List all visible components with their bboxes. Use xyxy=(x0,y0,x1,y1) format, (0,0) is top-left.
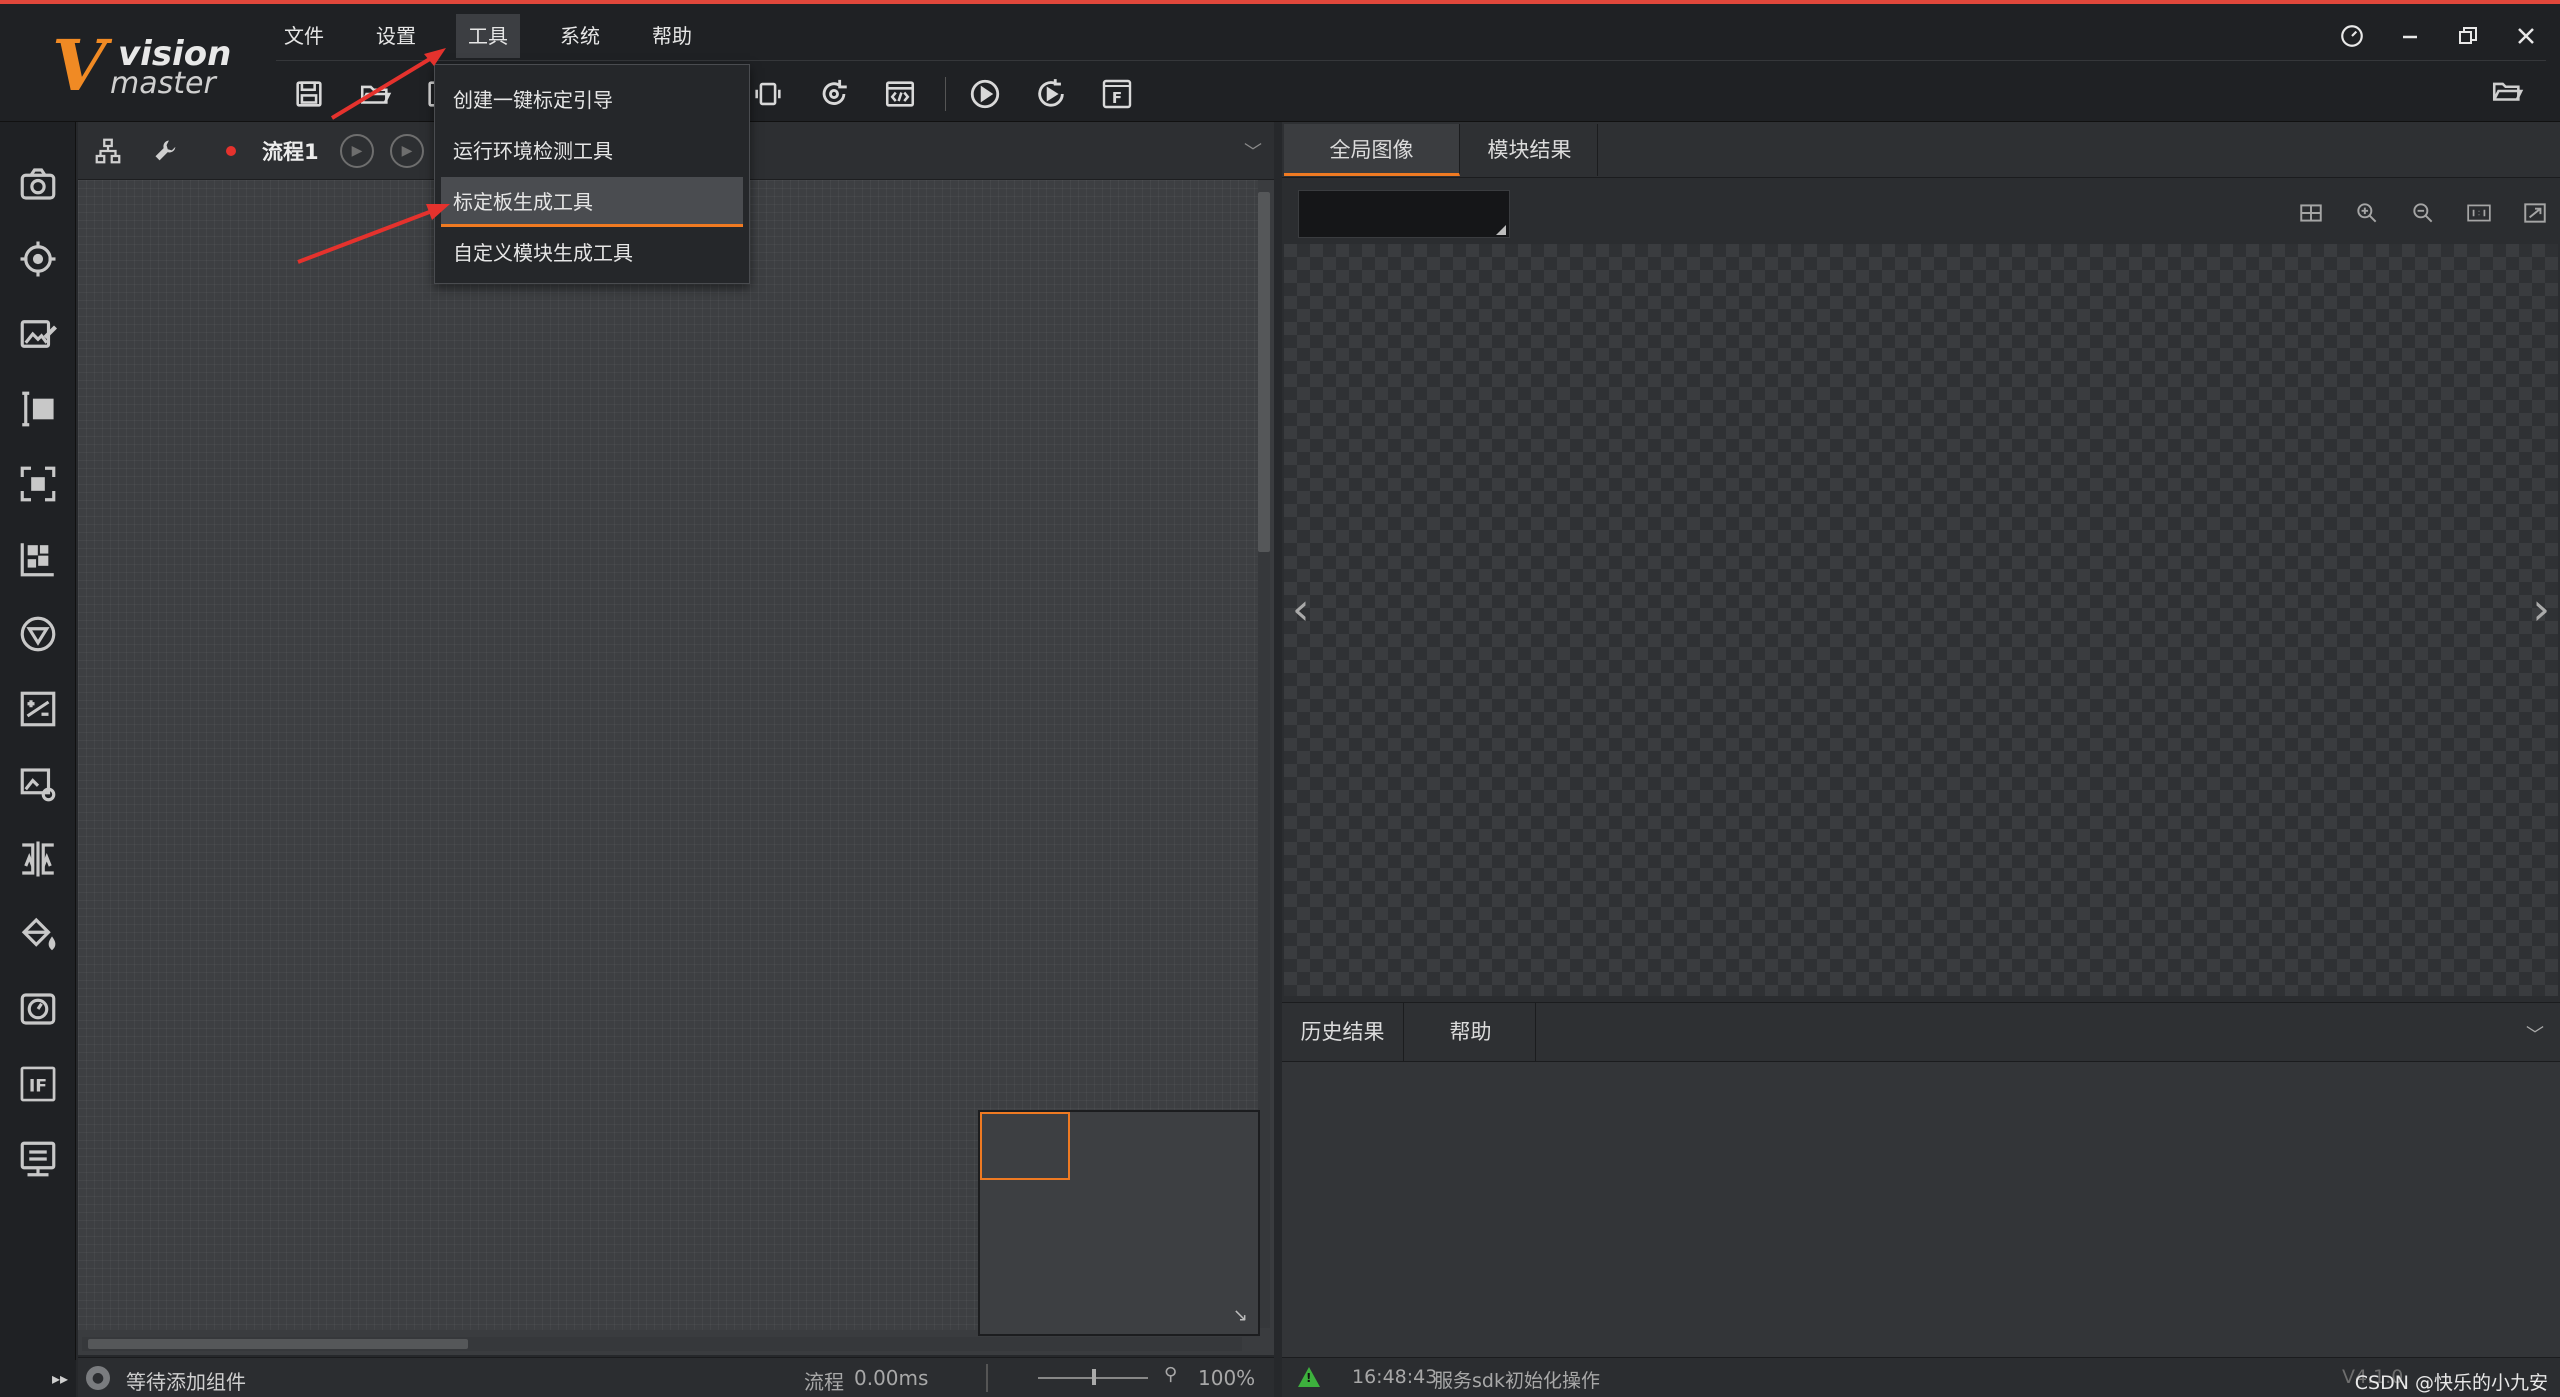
zoom-percent: 100% xyxy=(1198,1366,1256,1390)
flow-run-loop-icon[interactable]: ▶ xyxy=(390,134,424,168)
left-tool-nav: IF xyxy=(0,122,76,1397)
menu-tools[interactable]: 工具 xyxy=(456,14,520,58)
flow-tab-title[interactable]: 流程1 xyxy=(262,136,319,166)
refresh-cycle-icon[interactable] xyxy=(813,73,855,115)
save-icon[interactable] xyxy=(288,73,330,115)
run-loop-icon[interactable] xyxy=(1030,73,1072,115)
f-button-label: F xyxy=(1112,89,1122,107)
code-icon[interactable] xyxy=(879,73,921,115)
csdn-watermark: CSDN @快乐的小九安 xyxy=(2354,1372,2548,1394)
image-source-select[interactable] xyxy=(1298,190,1510,238)
history-results-area xyxy=(1282,1062,2560,1357)
wrench-icon[interactable] xyxy=(148,133,184,169)
menu-item-environment-check[interactable]: 运行环境检测工具 xyxy=(441,126,743,176)
toolbar-separator-2 xyxy=(945,77,946,111)
tab-help[interactable]: 帮助 xyxy=(1406,1003,1536,1061)
menu-file[interactable]: 文件 xyxy=(272,14,336,58)
flow-horizontal-scroll-thumb[interactable] xyxy=(88,1339,468,1349)
logo-text-master: master xyxy=(110,66,216,101)
open-folder-icon[interactable] xyxy=(354,73,396,115)
camera-icon[interactable] xyxy=(14,160,62,208)
menu-item-calibration-guide[interactable]: 创建一键标定引导 xyxy=(441,75,743,125)
flow-time-value: 0.00ms xyxy=(854,1366,929,1390)
flow-run-once-icon[interactable]: ▶ xyxy=(340,134,374,168)
zoom-icon: ⚲ xyxy=(1164,1364,1178,1385)
minimap-viewport[interactable] xyxy=(980,1112,1070,1180)
vision-master-logo: V vision master xyxy=(52,26,232,106)
chevron-down-icon[interactable]: ﹀ xyxy=(1244,138,1262,164)
lightbulb-icon: ● xyxy=(86,1366,110,1390)
expand-arrow-icon[interactable]: ↘ xyxy=(1233,1305,1248,1326)
flow-tree-icon[interactable] xyxy=(90,133,126,169)
menu-settings[interactable]: 设置 xyxy=(364,14,428,58)
collapse-nav-button[interactable]: ▸▸ xyxy=(0,1360,76,1397)
menu-item-calibration-board-generator[interactable]: 标定板生成工具 xyxy=(441,177,743,227)
flow-vertical-scroll-thumb[interactable] xyxy=(1258,192,1270,552)
device-icon[interactable] xyxy=(747,73,789,115)
measure-icon[interactable] xyxy=(14,385,62,433)
image-settings-icon[interactable] xyxy=(14,760,62,808)
tools-dropdown-menu: 创建一键标定引导 运行环境检测工具 标定板生成工具 自定义模块生成工具 xyxy=(434,64,750,284)
image-panel: 全局图像 模块结果 ‹ › 历史结果 帮助 ﹀ ! 16:48:43 服务sdk… xyxy=(1282,122,2560,1397)
roi-icon[interactable] xyxy=(14,460,62,508)
open-file-icon[interactable] xyxy=(2490,74,2530,114)
close-icon[interactable] xyxy=(2504,14,2548,58)
communication-icon[interactable] xyxy=(14,1135,62,1183)
compare-icon[interactable] xyxy=(14,835,62,883)
zoom-in-icon[interactable] xyxy=(2348,194,2386,232)
menu-divider xyxy=(276,60,2546,61)
flow-minimap[interactable]: ↘ xyxy=(978,1110,1260,1336)
chevron-down-icon[interactable]: ﹀ xyxy=(2526,1021,2544,1047)
f-button-icon[interactable]: F xyxy=(1096,73,1138,115)
window-controls xyxy=(2330,14,2548,58)
logo-v-mark: V xyxy=(52,24,107,107)
warning-icon[interactable]: ! xyxy=(1298,1367,1320,1387)
lower-tabs: 历史结果 帮助 ﹀ xyxy=(1282,1002,2560,1062)
menu-help[interactable]: 帮助 xyxy=(640,14,704,58)
tab-history-results[interactable]: 历史结果 xyxy=(1282,1003,1404,1061)
tab-global-image[interactable]: 全局图像 xyxy=(1284,124,1460,176)
actual-size-icon[interactable] xyxy=(2460,194,2498,232)
fit-window-icon[interactable] xyxy=(2516,194,2554,232)
right-status-bar: ! 16:48:43 服务sdk初始化操作 V4.1.0 CSDN @快乐的小九… xyxy=(1282,1357,2560,1397)
minimize-icon[interactable] xyxy=(2388,14,2432,58)
flow-panel: 流程1 ▶ ▶ ﹀ ↘ xyxy=(78,122,1274,1355)
flow-horizontal-scrollbar[interactable] xyxy=(82,1337,1242,1351)
log-message: 服务sdk初始化操作 xyxy=(1434,1370,1600,1392)
tab-module-result[interactable]: 模块结果 xyxy=(1462,124,1598,176)
flow-time-label: 流程 xyxy=(804,1370,844,1394)
chevron-left-icon[interactable]: ‹ xyxy=(1292,584,1310,635)
meter-icon[interactable] xyxy=(14,985,62,1033)
image-toolbar xyxy=(1282,184,2560,242)
clock-icon[interactable] xyxy=(2330,14,2374,58)
log-timestamp: 16:48:43 xyxy=(1352,1366,1438,1388)
chart-icon[interactable] xyxy=(14,685,62,733)
if-icon-label: IF xyxy=(29,1076,47,1096)
zoom-out-icon[interactable] xyxy=(2404,194,2442,232)
flow-status-message: 等待添加组件 xyxy=(126,1370,246,1394)
if-icon[interactable]: IF xyxy=(14,1060,62,1108)
image-tabs: 全局图像 模块结果 xyxy=(1282,122,2560,178)
menubar: 文件 设置 工具 系统 帮助 xyxy=(272,14,732,58)
image-viewer[interactable]: ‹ › xyxy=(1284,244,2558,996)
header: V vision master 文件 设置 工具 系统 帮助 F xyxy=(0,4,2560,122)
image-edit-icon[interactable] xyxy=(14,310,62,358)
paint-bucket-icon[interactable] xyxy=(14,910,62,958)
status-separator xyxy=(986,1364,988,1392)
zoom-slider-knob[interactable] xyxy=(1092,1369,1096,1385)
run-once-icon[interactable] xyxy=(964,73,1006,115)
grid-icon[interactable] xyxy=(2292,194,2330,232)
menu-item-custom-module-generator[interactable]: 自定义模块生成工具 xyxy=(441,228,743,278)
chevron-right-icon[interactable]: › xyxy=(2532,584,2550,635)
app-window: V vision master 文件 设置 工具 系统 帮助 F IF ▸▸ 流… xyxy=(0,0,2560,1397)
restore-icon[interactable] xyxy=(2446,14,2490,58)
select-corner-icon xyxy=(1496,225,1506,235)
menu-system[interactable]: 系统 xyxy=(548,14,612,58)
flow-status-dot xyxy=(226,146,236,156)
calibration-icon[interactable] xyxy=(14,535,62,583)
flow-status-bar: ● 等待添加组件 流程 0.00ms ⚲ 100% xyxy=(78,1357,1274,1397)
geometry-icon[interactable] xyxy=(14,610,62,658)
target-icon[interactable] xyxy=(14,235,62,283)
